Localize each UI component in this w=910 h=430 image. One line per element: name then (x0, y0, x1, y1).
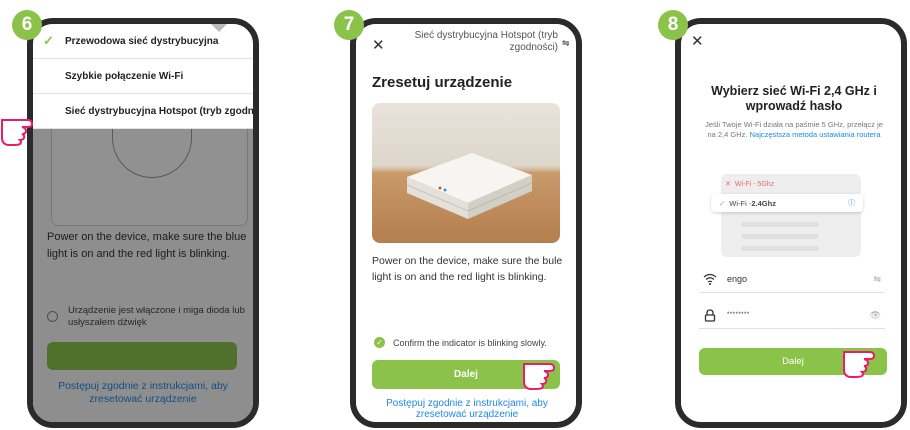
page-title: Zresetuj urządzenie (372, 74, 513, 91)
wifi-5ghz-row: ✕ Wi-Fi - 5Ghz (717, 177, 847, 191)
placeholder-bar (741, 246, 819, 251)
router-setup-link[interactable]: Najczęstsza metoda ustawiania routera (750, 130, 881, 139)
password-field[interactable]: ******** 👁 (699, 302, 885, 329)
wifi-icon (699, 273, 721, 285)
check-icon: ✓ (719, 198, 726, 208)
page-title: Wybierz sieć Wi-Fi 2,4 GHz i wprowadź ha… (711, 84, 877, 113)
ssid-value: engo (727, 274, 748, 284)
menu-item-label: Sieć dystrybucyjna Hotspot (tryb zgodnoś… (65, 105, 259, 117)
confirm-label: Confirm the indicator is blinking slowly… (393, 337, 547, 348)
check-circle-icon[interactable]: ✓ (374, 337, 385, 348)
wifi-24ghz-label: 2.4Ghz (751, 198, 776, 208)
mode-header[interactable]: Sieć dystrybucyjna Hotspot (tryb zgodnoś… (408, 30, 558, 54)
placeholder-bar (741, 222, 819, 227)
placeholder-bar (741, 234, 819, 239)
instruction-text: Power on the device, make sure the bule … (372, 255, 563, 283)
step-badge-8: 8 (658, 10, 688, 40)
lock-icon (699, 308, 721, 322)
check-icon: ✓ (43, 33, 54, 48)
wifi-5ghz-label: Wi-Fi - 5Ghz (734, 180, 775, 188)
step-badge-7: 7 (334, 10, 364, 40)
info-icon: ⓘ (848, 200, 855, 207)
phone-step-6: Power on the device, make sure the blue … (27, 18, 259, 428)
ssid-field[interactable]: engo ⇋ (699, 266, 885, 293)
menu-item-label: Szybkie połączenie Wi-Fi (65, 70, 184, 82)
switch-mode-icon[interactable]: ⇋ (562, 38, 570, 49)
pointing-hand-icon (842, 338, 888, 389)
reset-instructions-link[interactable]: Postępuj zgodnie z instrukcjami, aby zre… (372, 398, 562, 420)
mode-menu: ✓ Przewodowa sieć dystrybucyjna Szybkie … (33, 24, 259, 129)
menu-item-hotspot[interactable]: Sieć dystrybucyjna Hotspot (tryb zgodnoś… (33, 94, 259, 129)
wifi-24ghz-prefix: Wi-Fi - (729, 198, 752, 208)
wifi-24ghz-row: ✓ Wi-Fi - 2.4Ghz ⓘ (711, 194, 863, 212)
password-value: ******** (727, 312, 750, 318)
menu-pointer (211, 24, 227, 32)
close-icon[interactable]: ✕ (372, 36, 385, 54)
menu-item-label: Przewodowa sieć dystrybucyjna (65, 35, 219, 47)
eye-icon[interactable]: 👁 (870, 310, 881, 321)
close-icon[interactable]: ✕ (691, 32, 704, 50)
menu-item-quick-wifi[interactable]: Szybkie połączenie Wi-Fi (33, 59, 253, 94)
step-badge-6: 6 (12, 10, 42, 40)
band-hint: Jeśli Twoje Wi-Fi działa na paśmie 5 GHz… (701, 120, 887, 140)
confirm-row[interactable]: ✓ Confirm the indicator is blinking slow… (374, 337, 547, 348)
pointing-hand-icon (0, 100, 46, 151)
pointing-hand-icon (522, 350, 568, 401)
swap-icon[interactable]: ⇋ (873, 274, 881, 285)
cross-icon: ✕ (725, 181, 731, 188)
device-photo (372, 103, 560, 243)
